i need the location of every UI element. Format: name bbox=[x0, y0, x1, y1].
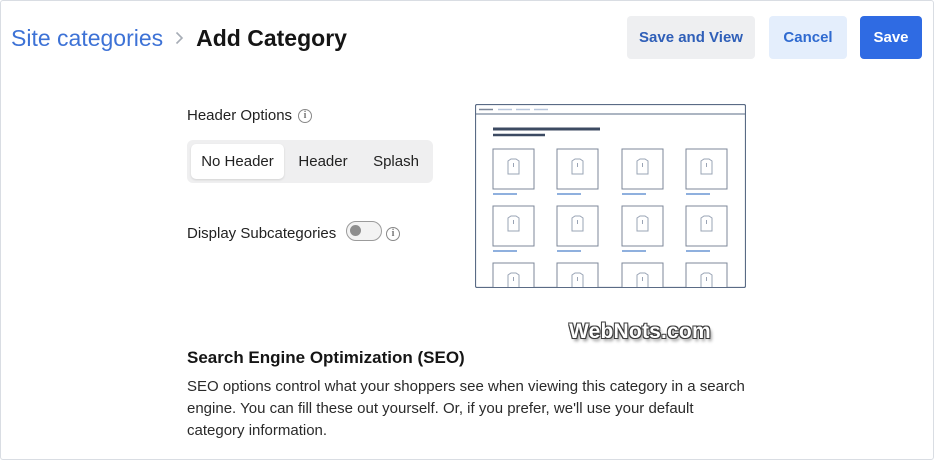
save-and-view-button[interactable]: Save and View bbox=[627, 16, 755, 59]
category-layout-preview bbox=[475, 104, 746, 288]
seo-section-title: Search Engine Optimization (SEO) bbox=[187, 348, 465, 367]
webnots-watermark: WebNots.com bbox=[569, 320, 711, 343]
breadcrumb-site-categories-link[interactable]: Site categories bbox=[11, 25, 163, 52]
save-button[interactable]: Save bbox=[860, 16, 922, 59]
display-subcategories-toggle[interactable] bbox=[346, 221, 382, 241]
header-options-segmented-control: No Header Header Splash bbox=[187, 140, 433, 183]
chevron-right-icon bbox=[175, 31, 184, 45]
seo-section-description: SEO options control what your shoppers s… bbox=[187, 378, 745, 439]
page-title: Add Category bbox=[196, 24, 347, 51]
header-options-label: Header Options bbox=[187, 107, 293, 124]
info-icon[interactable]: i bbox=[386, 227, 400, 241]
info-icon[interactable]: i bbox=[298, 109, 312, 123]
breadcrumb: Site categories Add Category bbox=[11, 22, 347, 54]
cancel-button[interactable]: Cancel bbox=[769, 16, 847, 59]
toggle-knob bbox=[350, 225, 361, 236]
header-option-header[interactable]: Header bbox=[287, 144, 359, 179]
header-option-no-header[interactable]: No Header bbox=[191, 144, 284, 179]
display-subcategories-label: Display Subcategories bbox=[187, 225, 337, 242]
header-option-splash[interactable]: Splash bbox=[361, 144, 431, 179]
